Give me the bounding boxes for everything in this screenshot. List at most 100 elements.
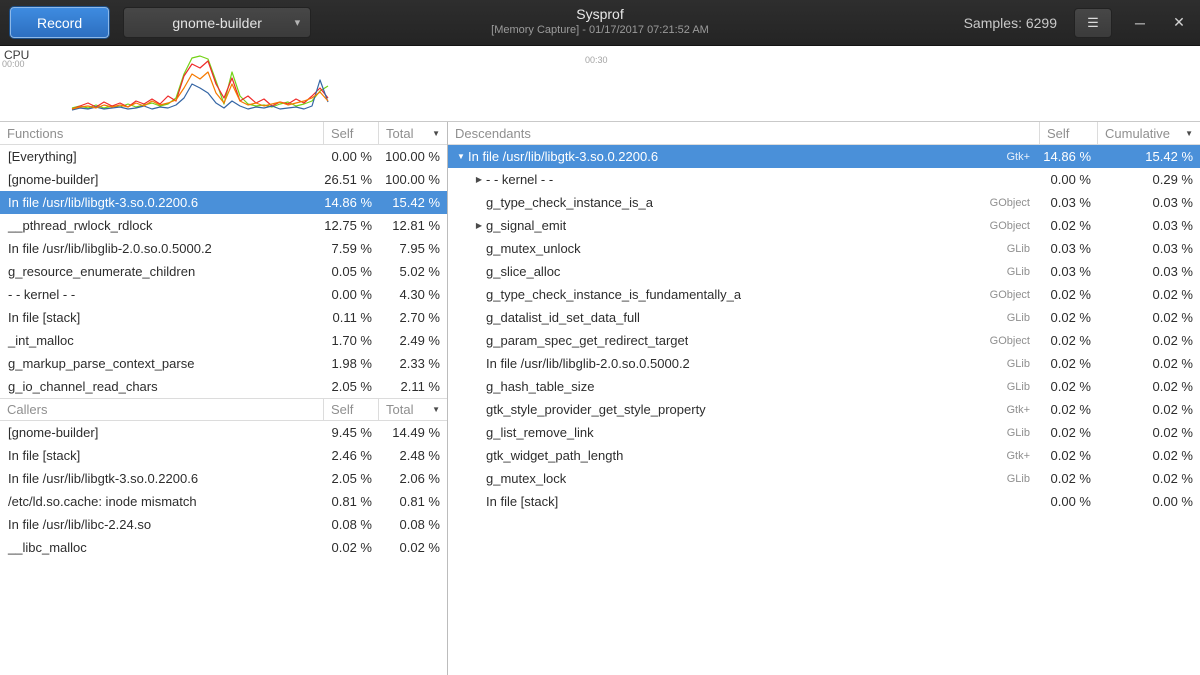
self-value: 7.59 % [324,241,379,256]
column-label: Callers [7,402,47,417]
cumulative-value: 0.02 % [1098,425,1200,440]
row-label: - - kernel - - [0,287,324,302]
table-row[interactable]: /etc/ld.so.cache: inode mismatch0.81 %0.… [0,490,447,513]
sort-indicator-icon: ▼ [426,405,440,414]
table-row[interactable]: In file [stack]0.11 %2.70 % [0,306,447,329]
table-row[interactable]: g_type_check_instance_is_fundamentally_a… [448,283,1200,306]
total-value: 7.95 % [379,241,447,256]
table-row[interactable]: In file [stack]0.00 %0.00 % [448,490,1200,513]
table-row[interactable]: g_hash_table_sizeGLib0.02 %0.02 % [448,375,1200,398]
self-value: 0.02 % [1040,379,1098,394]
cumulative-value: 0.03 % [1098,218,1200,233]
row-label: g_hash_table_size [486,379,594,394]
table-row[interactable]: In file /usr/lib/libglib-2.0.so.0.5000.2… [0,237,447,260]
cpu-green-line [72,56,328,108]
column-header-functions[interactable]: Functions [0,122,324,144]
column-label: Total [386,126,413,141]
cpu-red-line [72,61,328,109]
table-row[interactable]: In file /usr/lib/libglib-2.0.so.0.5000.2… [448,352,1200,375]
column-label: Total [386,402,413,417]
row-label: g_datalist_id_set_data_full [486,310,640,325]
table-row[interactable]: g_list_remove_linkGLib0.02 %0.02 % [448,421,1200,444]
table-row[interactable]: g_resource_enumerate_children0.05 %5.02 … [0,260,447,283]
self-value: 0.03 % [1040,264,1098,279]
expander-open-icon[interactable]: ▼ [454,152,468,161]
row-label: g_mutex_lock [486,471,566,486]
record-button[interactable]: Record [10,7,109,38]
minimize-button[interactable]: ─ [1129,12,1151,34]
table-row[interactable]: g_type_check_instance_is_aGObject0.03 %0… [448,191,1200,214]
table-row[interactable]: __libc_malloc0.02 %0.02 % [0,536,447,559]
table-row[interactable]: ▼In file /usr/lib/libgtk-3.so.0.2200.6Gt… [448,145,1200,168]
close-button[interactable]: ✕ [1168,12,1190,34]
table-row[interactable]: _int_malloc1.70 %2.49 % [0,329,447,352]
table-row[interactable]: __pthread_rwlock_rdlock12.75 %12.81 % [0,214,447,237]
table-row[interactable]: ▶- - kernel - -0.00 %0.29 % [448,168,1200,191]
cumulative-value: 0.02 % [1098,402,1200,417]
capture-subtitle: [Memory Capture] - 01/17/2017 07:21:52 A… [491,24,709,36]
table-row[interactable]: g_markup_parse_context_parse1.98 %2.33 % [0,352,447,375]
total-value: 2.33 % [379,356,447,371]
cumulative-value: 0.02 % [1098,448,1200,463]
total-value: 2.70 % [379,310,447,325]
table-row[interactable]: ▶g_signal_emitGObject0.02 %0.03 % [448,214,1200,237]
self-value: 2.46 % [324,448,379,463]
table-row[interactable]: In file /usr/lib/libgtk-3.so.0.2200.62.0… [0,467,447,490]
column-header-cumulative[interactable]: Cumulative ▼ [1098,122,1200,144]
column-header-descendants[interactable]: Descendants [448,122,1040,144]
expander-closed-icon[interactable]: ▶ [472,221,486,230]
column-header-self[interactable]: Self [1040,122,1098,144]
column-label: Self [1047,126,1069,141]
table-row[interactable]: g_mutex_lockGLib0.02 %0.02 % [448,467,1200,490]
sort-indicator-icon: ▼ [426,129,440,138]
table-row[interactable]: gtk_style_provider_get_style_propertyGtk… [448,398,1200,421]
library-badge: GLib [997,312,1040,324]
table-row[interactable]: g_slice_allocGLib0.03 %0.03 % [448,260,1200,283]
self-value: 12.75 % [324,218,379,233]
table-row[interactable]: [Everything]0.00 %100.00 % [0,145,447,168]
table-row[interactable]: In file /usr/lib/libgtk-3.so.0.2200.614.… [0,191,447,214]
table-row[interactable]: gtk_widget_path_lengthGtk+0.02 %0.02 % [448,444,1200,467]
cumulative-value: 15.42 % [1098,149,1200,164]
cumulative-value: 0.02 % [1098,356,1200,371]
table-row[interactable]: [gnome-builder]9.45 %14.49 % [0,421,447,444]
target-process-dropdown[interactable]: gnome-builder ▾ [123,7,311,38]
cpu-graph[interactable]: CPU 00:00 00:30 [0,46,1200,122]
library-badge: GObject [980,289,1040,301]
self-value: 0.02 % [1040,356,1098,371]
row-label: In file /usr/lib/libglib-2.0.so.0.5000.2 [0,241,324,256]
table-row[interactable]: In file [stack]2.46 %2.48 % [0,444,447,467]
menu-button[interactable]: ☰ [1074,8,1112,38]
total-value: 5.02 % [379,264,447,279]
table-row[interactable]: g_param_spec_get_redirect_targetGObject0… [448,329,1200,352]
table-row[interactable]: g_io_channel_read_chars2.05 %2.11 % [0,375,447,398]
total-value: 2.49 % [379,333,447,348]
table-row[interactable]: g_datalist_id_set_data_fullGLib0.02 %0.0… [448,306,1200,329]
column-label: Cumulative [1105,126,1170,141]
table-row[interactable]: - - kernel - -0.00 %4.30 % [0,283,447,306]
cumulative-value: 0.02 % [1098,287,1200,302]
library-badge: GObject [980,220,1040,232]
target-process-label: gnome-builder [172,15,262,31]
table-row[interactable]: [gnome-builder]26.51 %100.00 % [0,168,447,191]
table-row[interactable]: g_mutex_unlockGLib0.03 %0.03 % [448,237,1200,260]
column-header-self[interactable]: Self [324,399,379,420]
table-row[interactable]: In file /usr/lib/libc-2.24.so0.08 %0.08 … [0,513,447,536]
cumulative-value: 0.29 % [1098,172,1200,187]
column-header-self[interactable]: Self [324,122,379,144]
row-label: g_signal_emit [486,218,566,233]
header-bar: Record gnome-builder ▾ Sysprof [Memory C… [0,0,1200,46]
column-header-total[interactable]: Total ▼ [379,122,447,144]
self-value: 14.86 % [1040,149,1098,164]
column-header-total[interactable]: Total ▼ [379,399,447,420]
row-label: g_type_check_instance_is_a [486,195,653,210]
expander-closed-icon[interactable]: ▶ [472,175,486,184]
row-label: [gnome-builder] [0,425,324,440]
library-badge: GObject [980,335,1040,347]
cumulative-value: 0.03 % [1098,241,1200,256]
row-label: __pthread_rwlock_rdlock [0,218,324,233]
self-value: 1.98 % [324,356,379,371]
column-header-callers[interactable]: Callers [0,399,324,420]
row-label: g_list_remove_link [486,425,594,440]
self-value: 0.02 % [324,540,379,555]
